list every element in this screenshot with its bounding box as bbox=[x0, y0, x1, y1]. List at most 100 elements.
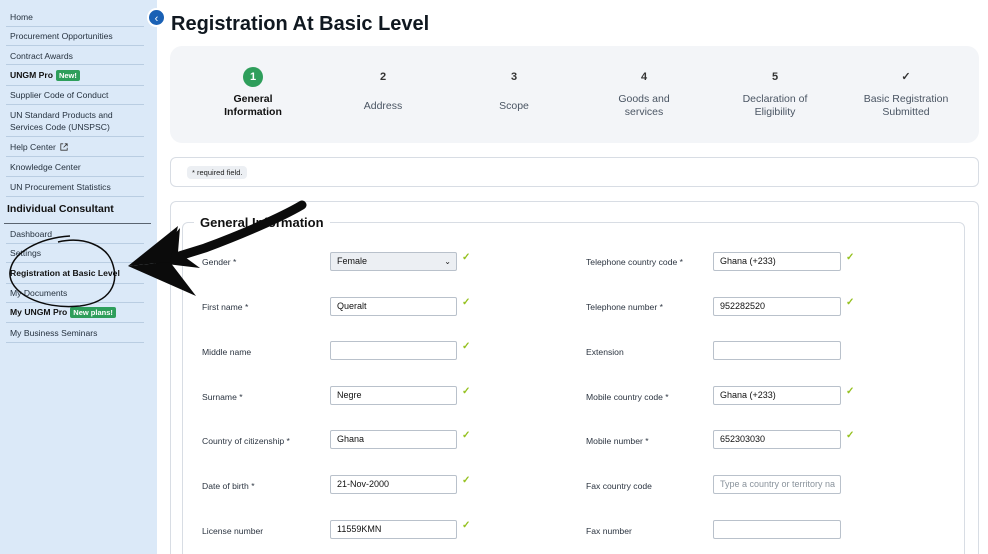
mobile-country-code-input[interactable]: Ghana (+233) bbox=[713, 386, 841, 405]
step-label: Scope bbox=[499, 100, 529, 112]
sidebar-item-my-documents[interactable]: My Documents bbox=[10, 287, 144, 299]
step-number: 1 bbox=[243, 67, 263, 87]
sidebar-item-my-ungm-pro[interactable]: My UNGM Pro New plans! bbox=[10, 306, 144, 319]
fax-number-label: Fax number bbox=[586, 526, 632, 536]
sidebar-item-label: Supplier Code of Conduct bbox=[10, 90, 109, 100]
valid-check-icon: ✓ bbox=[462, 386, 471, 397]
sidebar-item-unspsc[interactable]: UN Standard Products and Services Code (… bbox=[10, 109, 144, 133]
step-number: 2 bbox=[379, 71, 387, 83]
divider bbox=[6, 302, 144, 303]
sidebar-item-label: UNGM Pro bbox=[10, 70, 53, 80]
divider bbox=[6, 26, 144, 27]
collapse-sidebar-button[interactable]: ‹ bbox=[147, 8, 166, 27]
mobile-country-code-label: Mobile country code * bbox=[586, 392, 669, 402]
divider bbox=[6, 243, 144, 244]
sidebar-item-label: Procurement Opportunities bbox=[10, 31, 113, 41]
valid-check-icon: ✓ bbox=[846, 430, 855, 441]
step-label: General Information bbox=[224, 93, 282, 118]
license-number-input[interactable]: 11559KMN bbox=[330, 520, 457, 539]
divider bbox=[6, 64, 144, 65]
new-badge: New! bbox=[55, 70, 80, 82]
sidebar-section-heading: Individual Consultant bbox=[7, 203, 114, 215]
required-note-box: * required field. bbox=[170, 157, 979, 187]
sidebar-item-label: Settings bbox=[10, 248, 42, 258]
sidebar-item-help-center[interactable]: Help Center bbox=[10, 141, 144, 153]
sidebar-item-ungm-pro[interactable]: UNGM Pro New! bbox=[10, 69, 144, 82]
gender-label: Gender * bbox=[202, 257, 237, 267]
divider bbox=[6, 283, 144, 284]
first-name-input[interactable]: Queralt bbox=[330, 297, 457, 316]
sidebar-item-label: Knowledge Center bbox=[10, 162, 81, 172]
telephone-number-label: Telephone number * bbox=[586, 302, 663, 312]
valid-check-icon: ✓ bbox=[462, 341, 471, 352]
step-number: 3 bbox=[510, 71, 518, 83]
sidebar-item-procurement-opportunities[interactable]: Procurement Opportunities bbox=[10, 30, 144, 42]
license-number-label: License number bbox=[202, 526, 264, 536]
divider bbox=[6, 196, 144, 197]
surname-label: Surname * bbox=[202, 392, 243, 402]
divider bbox=[6, 136, 144, 137]
valid-check-icon: ✓ bbox=[462, 297, 471, 308]
sidebar-item-home[interactable]: Home bbox=[10, 11, 144, 23]
divider bbox=[6, 156, 144, 157]
sidebar-item-label: UN Standard Products and Services Code (… bbox=[10, 110, 113, 132]
chevron-down-icon: ⌄ bbox=[444, 257, 451, 266]
chevron-left-icon: ‹ bbox=[154, 13, 159, 25]
middle-name-label: Middle name bbox=[202, 347, 252, 357]
telephone-country-code-label: Telephone country code * bbox=[586, 257, 683, 267]
valid-check-icon: ✓ bbox=[462, 252, 471, 263]
fax-country-code-label: Fax country code bbox=[586, 481, 652, 491]
valid-check-icon: ✓ bbox=[462, 475, 471, 486]
step-label: Basic Registration Submitted bbox=[863, 93, 949, 118]
divider bbox=[6, 45, 144, 46]
check-icon: ✓ bbox=[901, 71, 911, 83]
divider bbox=[6, 262, 144, 263]
divider bbox=[6, 176, 144, 177]
sidebar-item-label: Help Center bbox=[10, 142, 56, 152]
citizenship-label: Country of citizenship * bbox=[202, 436, 290, 446]
gender-select[interactable]: Female ⌄ bbox=[330, 252, 457, 271]
valid-check-icon: ✓ bbox=[846, 252, 855, 263]
citizenship-input[interactable]: Ghana bbox=[330, 430, 457, 449]
step-label: Address bbox=[363, 100, 403, 112]
new-plans-badge: New plans! bbox=[70, 307, 116, 319]
date-of-birth-input[interactable]: 21-Nov-2000 bbox=[330, 475, 457, 494]
page-title: Registration At Basic Level bbox=[171, 13, 430, 35]
sidebar-item-registration[interactable]: Registration at Basic Level bbox=[10, 267, 144, 279]
sidebar-item-label: My Documents bbox=[10, 288, 68, 298]
sidebar-item-label: Contract Awards bbox=[10, 51, 73, 61]
sidebar-item-label: My Business Seminars bbox=[10, 328, 98, 338]
sidebar-item-contract-awards[interactable]: Contract Awards bbox=[10, 50, 144, 62]
telephone-number-input[interactable]: 952282520 bbox=[713, 297, 841, 316]
fax-number-input[interactable] bbox=[713, 520, 841, 539]
divider bbox=[6, 104, 144, 105]
extension-label: Extension bbox=[586, 347, 624, 357]
first-name-label: First name * bbox=[202, 302, 249, 312]
sidebar: Home Procurement Opportunities Contract … bbox=[0, 0, 157, 554]
middle-name-input[interactable] bbox=[330, 341, 457, 360]
sidebar-item-knowledge-center[interactable]: Knowledge Center bbox=[10, 161, 144, 173]
divider bbox=[6, 322, 144, 323]
sidebar-item-supplier-code[interactable]: Supplier Code of Conduct bbox=[10, 89, 144, 101]
required-note: * required field. bbox=[187, 166, 248, 179]
fax-country-code-input[interactable]: Type a country or territory na bbox=[713, 475, 841, 494]
sidebar-item-label: Dashboard bbox=[10, 229, 53, 239]
date-of-birth-label: Date of birth * bbox=[202, 481, 255, 491]
section-title: General Information bbox=[194, 215, 330, 230]
sidebar-item-statistics[interactable]: UN Procurement Statistics bbox=[10, 181, 144, 193]
step-number: 4 bbox=[640, 71, 648, 83]
extension-input[interactable] bbox=[713, 341, 841, 360]
sidebar-item-dashboard[interactable]: Dashboard bbox=[10, 228, 144, 240]
step-label: Goods and services bbox=[618, 93, 670, 118]
mobile-number-input[interactable]: 652303030 bbox=[713, 430, 841, 449]
sidebar-item-label: My UNGM Pro bbox=[10, 307, 68, 317]
step-label: Declaration of Eligibility bbox=[742, 93, 808, 118]
sidebar-item-settings[interactable]: Settings bbox=[10, 247, 144, 259]
divider bbox=[4, 223, 151, 224]
surname-input[interactable]: Negre bbox=[330, 386, 457, 405]
external-link-icon bbox=[60, 143, 68, 151]
telephone-country-code-input[interactable]: Ghana (+233) bbox=[713, 252, 841, 271]
sidebar-item-business-seminars[interactable]: My Business Seminars bbox=[10, 327, 144, 339]
sidebar-item-label: Registration at Basic Level bbox=[10, 268, 120, 278]
valid-check-icon: ✓ bbox=[462, 520, 471, 531]
